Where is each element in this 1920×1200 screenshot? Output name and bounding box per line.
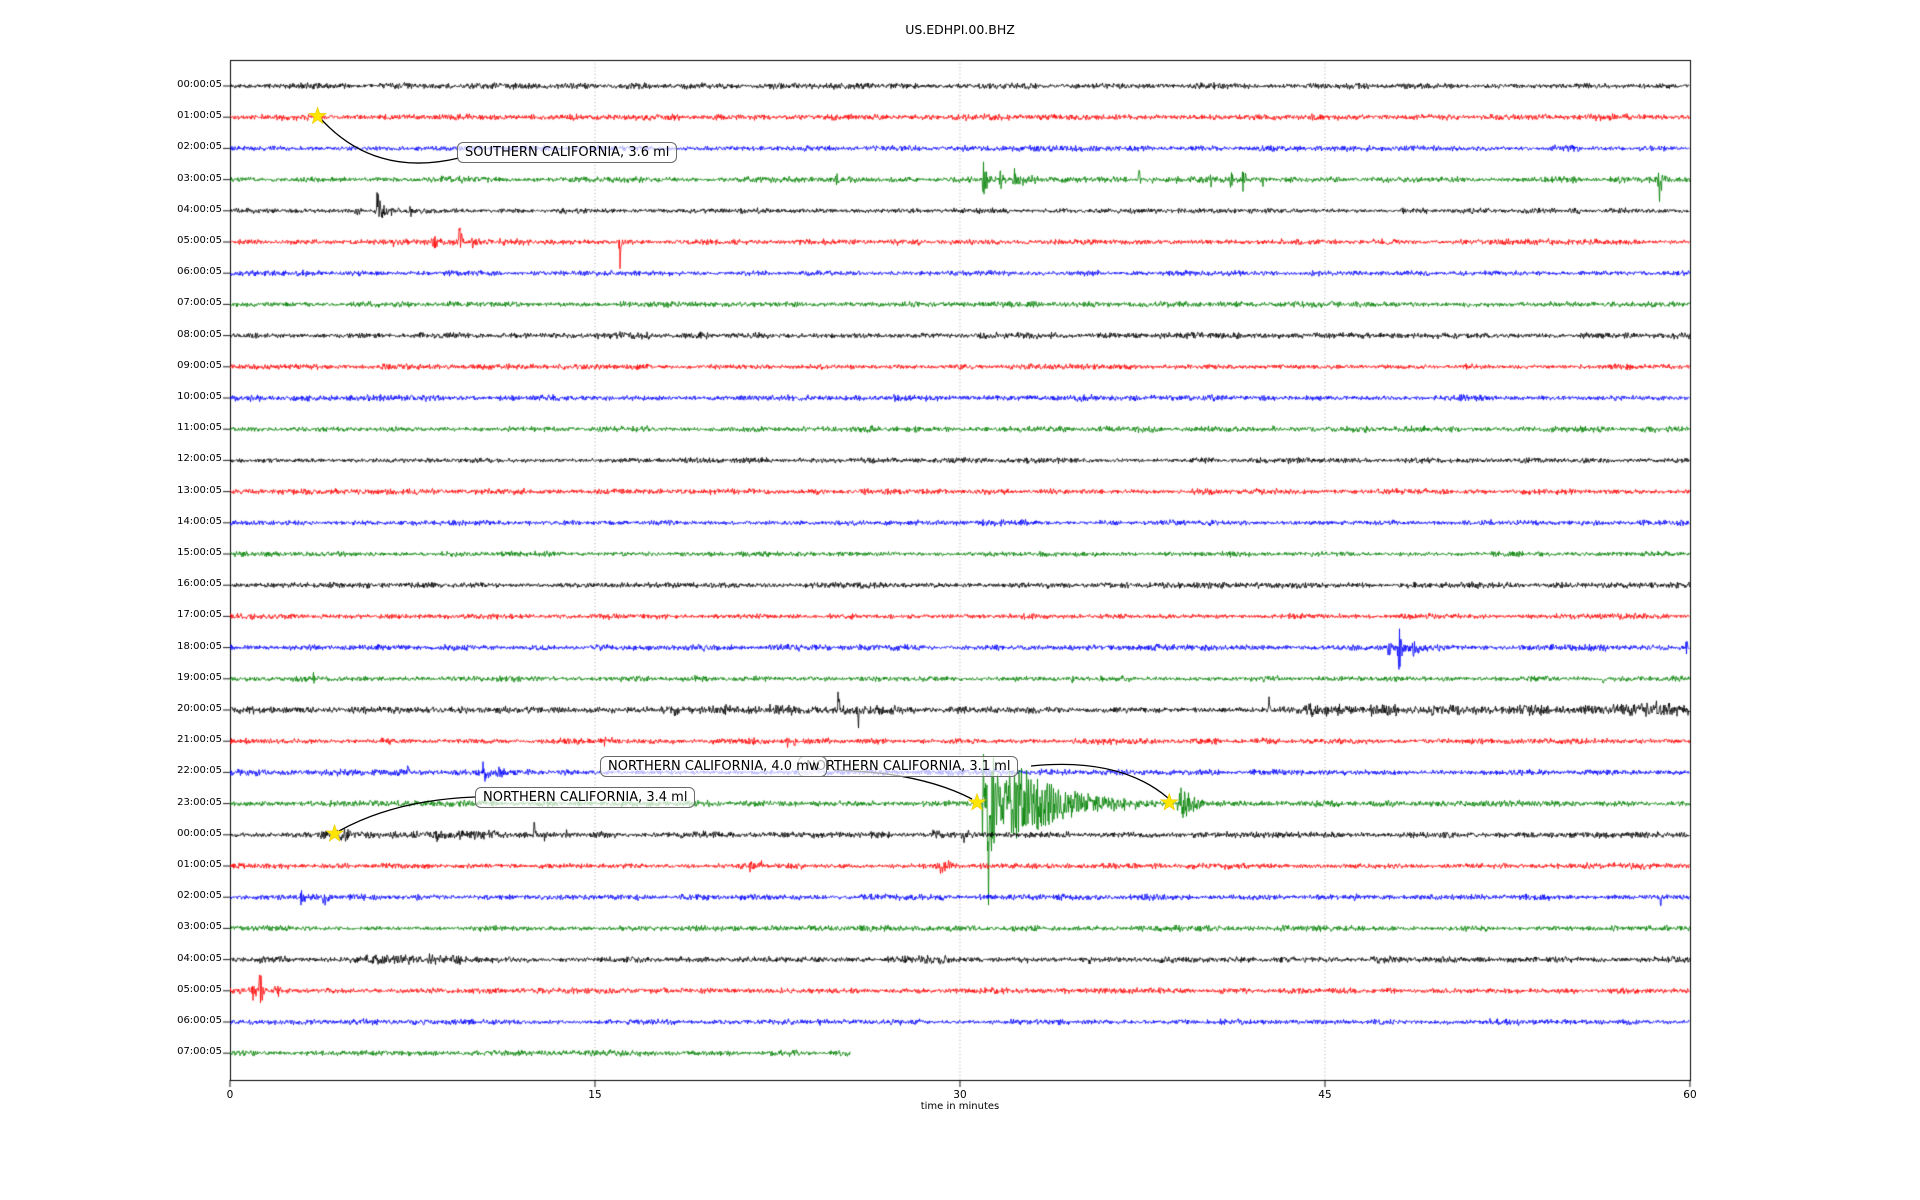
annotation-connector-line [1030, 763, 1169, 799]
event-annotation-label: NORTHERN CALIFORNIA, 3.4 ml [475, 787, 696, 808]
annotation-connector-line [338, 796, 476, 832]
event-annotation-label: NORTHERN CALIFORNIA, 3.1 ml [798, 756, 1019, 777]
x-axis-label: time in minutes [920, 1101, 1000, 1112]
event-star-marker [967, 792, 987, 811]
annotation-connector-line [320, 118, 460, 164]
seismogram-viewer: US.EDHPI.00.BHZ 00:00:05 01:00:05 02:00:05… [0, 0, 1920, 1200]
event-annotation-label: NORTHERN CALIFORNIA, 4.0 mw [600, 756, 828, 777]
event-star-marker [325, 823, 345, 842]
event-annotation-label: SOUTHERN CALIFORNIA, 3.6 ml [457, 142, 678, 163]
annotation-overlay [308, 106, 1179, 842]
event-star-marker [1159, 792, 1179, 811]
